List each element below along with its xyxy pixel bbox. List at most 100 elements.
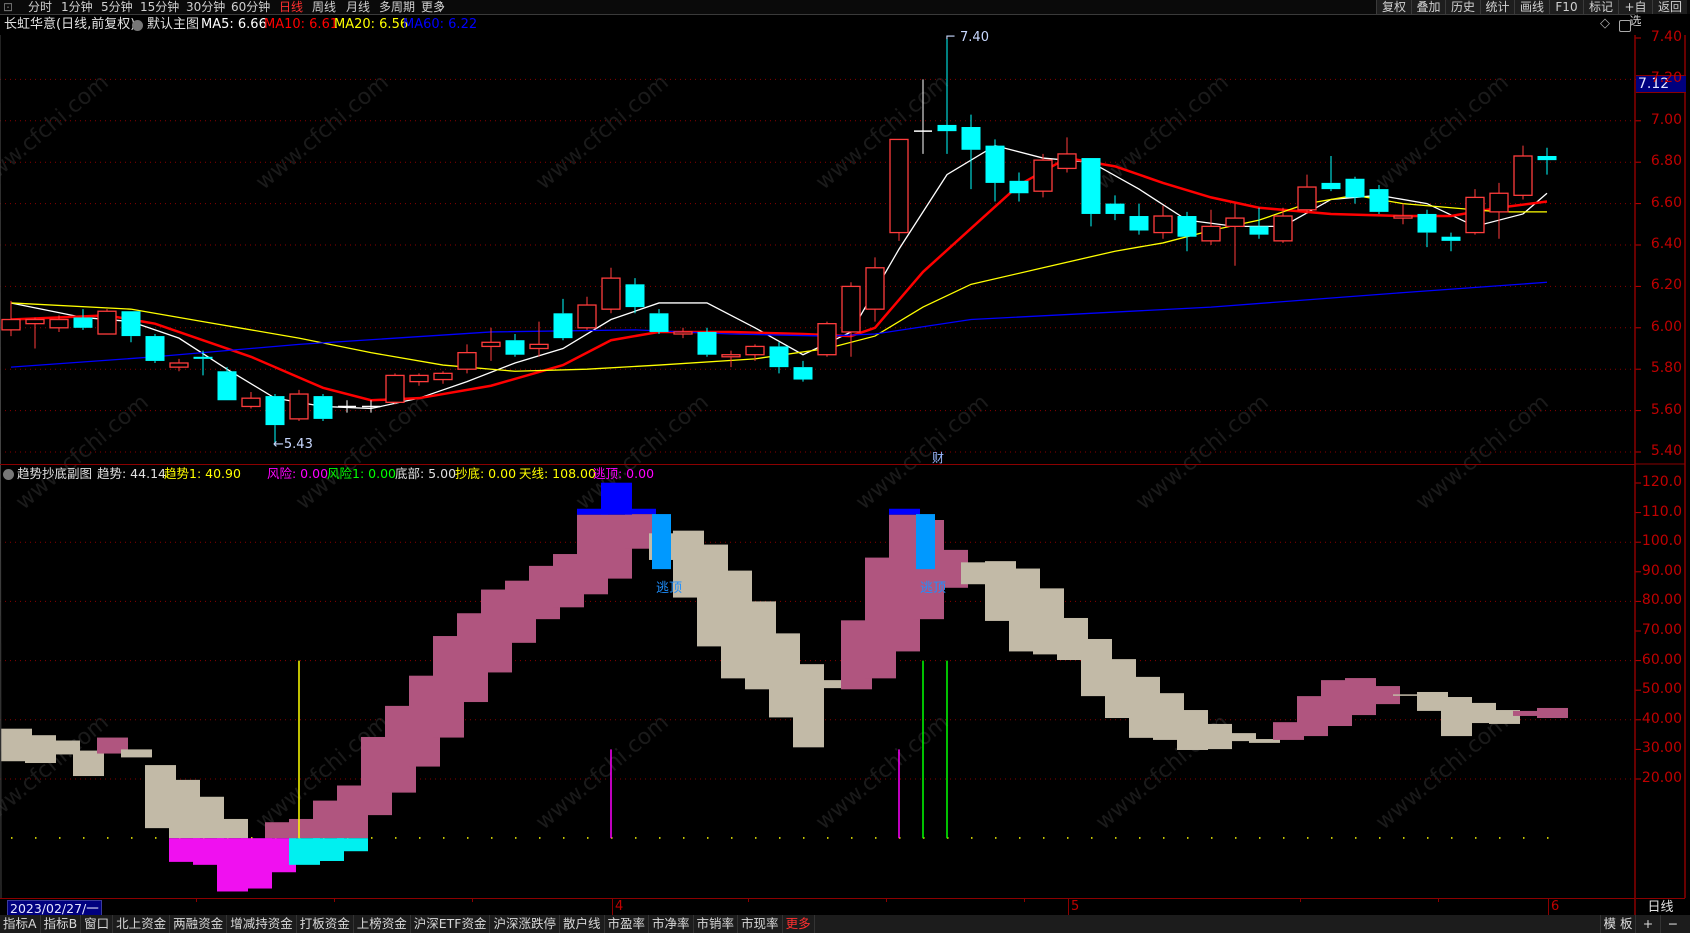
indicator-tab-1[interactable]: 指标B [41,915,82,933]
indicator-tab-5[interactable]: 增减持资金 [227,915,297,933]
candle-body [1,318,21,331]
price-axis-label: 5.60 [1650,401,1682,418]
date-tick [334,899,335,902]
indicator-tab-14[interactable]: 市现率 [738,915,783,933]
candle-body [217,371,237,401]
diamond-icon[interactable]: ◇ [1600,14,1610,34]
sub-axis-label: 30.00 [1641,740,1682,757]
finance-event-marker[interactable]: 财 [932,449,944,466]
baseline-dot [1283,837,1285,839]
period-4[interactable]: 30分钟 [186,0,225,14]
indicator-tab-11[interactable]: 市盈率 [605,915,650,933]
toolbar-button-4[interactable]: 画线 [1514,0,1549,14]
candle [193,350,213,376]
candle [457,344,477,374]
period-9[interactable]: 多周期 [379,0,415,14]
candles [1,38,1557,446]
escape-top-label: 逃顶 [656,581,683,597]
candle [1129,203,1149,235]
baseline-dot [1355,837,1357,839]
period-6[interactable]: 日线 [279,0,303,14]
indicator-tab-3[interactable]: 北上资金 [113,915,171,933]
candle [1081,158,1101,227]
indicator-tab-12[interactable]: 市净率 [649,915,694,933]
baseline-dot [707,837,709,839]
toolbar-button-3[interactable]: 统计 [1479,0,1515,14]
period-2[interactable]: 5分钟 [101,0,133,14]
baseline-dot [563,837,565,839]
baseline-dot [1547,837,1549,839]
sub-axis-label: 60.00 [1641,651,1682,668]
date-axis[interactable]: 2023/02/27/一 456 [0,898,1635,917]
stock-title: 长虹华意(日线,前复权) [4,17,136,32]
sub-axis-label: 120.0 [1641,474,1682,490]
baseline-dot [755,837,757,839]
period-5[interactable]: 60分钟 [231,0,270,14]
candle-body [529,343,549,350]
escape-top-bar [652,514,671,570]
candle-body [481,341,501,348]
baseline-dot [539,837,541,839]
indicator-tab-15[interactable]: 更多 [783,915,815,933]
escape-top-bar [916,514,935,570]
candle-body [1297,186,1317,211]
baseline-dot [1091,837,1093,839]
candle-body [697,331,717,355]
period-8[interactable]: 月线 [346,0,370,14]
candle [1465,189,1485,235]
candle [1537,147,1557,175]
baseline-dot [467,837,469,839]
toolbar-button-0[interactable]: 复权 [1376,0,1411,14]
sub-dropdown-icon[interactable] [3,469,14,480]
date-tick [748,899,749,902]
candle-body [97,310,117,335]
indicator-tab-6[interactable]: 打板资金 [297,915,354,933]
toolbar-button-7[interactable]: +自选 [1617,0,1653,28]
main-template-label[interactable]: 默认主图 [147,15,199,35]
indicator-tab-7[interactable]: 上榜资金 [354,915,411,933]
candle [1009,172,1029,202]
sub-axis-label: 90.00 [1641,562,1682,579]
template-button[interactable]: 模 板 [1600,915,1635,933]
toolbar-button-6[interactable]: 标记 [1583,0,1618,14]
layout-icon[interactable]: ⊡ [3,0,13,14]
template-dropdown-icon[interactable] [132,20,143,31]
period-3[interactable]: 15分钟 [140,0,179,14]
more-arrow-icon[interactable]: 〉 [439,0,451,14]
trend-band [121,749,152,758]
candle [362,400,380,413]
top-cap-bar [625,508,656,515]
date-tick [886,899,887,902]
toolbar-button-1[interactable]: 叠加 [1410,0,1446,14]
ma5-value: MA5: 6.66 [201,17,267,32]
toolbar-button-5[interactable]: F10 [1548,0,1584,14]
indicator-tab-0[interactable]: 指标A [0,915,41,933]
baseline-dot [731,837,733,839]
zoom-in-button[interactable]: + [1635,915,1660,933]
indicator-tab-2[interactable]: 窗口 [81,915,114,933]
sub-indicator-value: 趋势1: 40.90 [164,466,241,481]
candle-body [745,345,765,356]
sub-indicator-value: 趋势: 44.14 [97,466,166,481]
toolbar-button-2[interactable]: 历史 [1445,0,1480,14]
period-7[interactable]: 周线 [312,0,336,14]
indicator-tab-8[interactable]: 沪深ETF资金 [411,915,491,933]
candle-body [49,318,69,329]
candle [769,342,789,374]
indicator-tab-9[interactable]: 沪深涨跌停 [490,915,560,933]
period-1[interactable]: 1分钟 [61,0,93,14]
period-0[interactable]: 分时 [28,0,52,14]
toolbar-button-8[interactable]: 返回 [1652,0,1687,14]
candle-body [625,284,645,308]
baseline-dot [11,837,13,839]
candle-body [889,138,909,234]
candle-body [1513,155,1533,196]
candle-body [1321,182,1341,190]
indicator-tab-4[interactable]: 两融资金 [170,915,228,933]
baseline-dot [779,837,781,839]
indicator-tab-13[interactable]: 市销率 [694,915,739,933]
zoom-out-button[interactable]: − [1660,915,1685,933]
candle [1321,155,1341,192]
indicator-tab-10[interactable]: 散户线 [560,915,605,933]
candle-body [601,277,621,310]
